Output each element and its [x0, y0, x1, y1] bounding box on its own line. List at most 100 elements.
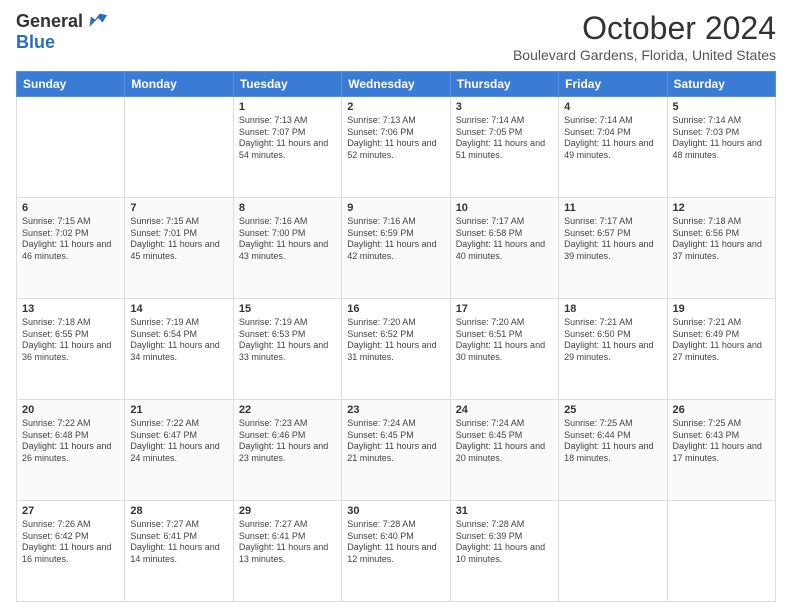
weekday-header-tuesday: Tuesday [233, 72, 341, 97]
day-info: Sunrise: 7:24 AM Sunset: 6:45 PM Dayligh… [456, 418, 553, 465]
calendar-table: SundayMondayTuesdayWednesdayThursdayFrid… [16, 71, 776, 602]
day-info: Sunrise: 7:15 AM Sunset: 7:01 PM Dayligh… [130, 216, 227, 263]
calendar-cell: 5Sunrise: 7:14 AM Sunset: 7:03 PM Daylig… [667, 97, 775, 198]
day-number: 16 [347, 303, 444, 315]
day-info: Sunrise: 7:20 AM Sunset: 6:52 PM Dayligh… [347, 317, 444, 364]
day-info: Sunrise: 7:18 AM Sunset: 6:56 PM Dayligh… [673, 216, 770, 263]
calendar-cell: 20Sunrise: 7:22 AM Sunset: 6:48 PM Dayli… [17, 400, 125, 501]
calendar-cell [17, 97, 125, 198]
day-info: Sunrise: 7:22 AM Sunset: 6:47 PM Dayligh… [130, 418, 227, 465]
day-info: Sunrise: 7:15 AM Sunset: 7:02 PM Dayligh… [22, 216, 119, 263]
day-info: Sunrise: 7:23 AM Sunset: 6:46 PM Dayligh… [239, 418, 336, 465]
day-number: 1 [239, 101, 336, 113]
calendar-cell: 30 Sunrise: 7:28 AM Sunset: 6:40 PM Dayli… [342, 501, 450, 602]
calendar-cell: 21 Sunrise: 7:22 AM Sunset: 6:47 PM Dayli… [125, 400, 233, 501]
calendar-week-row: 6Sunrise: 7:15 AM Sunset: 7:02 PM Daylig… [17, 198, 776, 299]
calendar-cell: 9 Sunrise: 7:16 AM Sunset: 6:59 PM Daylig… [342, 198, 450, 299]
weekday-header-wednesday: Wednesday [342, 72, 450, 97]
day-number: 21 [130, 404, 227, 416]
day-info: Sunrise: 7:19 AM Sunset: 6:54 PM Dayligh… [130, 317, 227, 364]
day-number: 8 [239, 202, 336, 214]
day-info: Sunrise: 7:27 AM Sunset: 6:41 PM Dayligh… [130, 519, 227, 566]
calendar-cell: 13Sunrise: 7:18 AM Sunset: 6:55 PM Dayli… [17, 299, 125, 400]
day-number: 22 [239, 404, 336, 416]
calendar-cell: 8 Sunrise: 7:16 AM Sunset: 7:00 PM Daylig… [233, 198, 341, 299]
calendar-cell: 28 Sunrise: 7:27 AM Sunset: 6:41 PM Dayli… [125, 501, 233, 602]
day-number: 15 [239, 303, 336, 315]
day-info: Sunrise: 7:16 AM Sunset: 6:59 PM Dayligh… [347, 216, 444, 263]
calendar-cell: 24 Sunrise: 7:24 AM Sunset: 6:45 PM Dayli… [450, 400, 558, 501]
day-number: 2 [347, 101, 444, 113]
calendar-cell: 11 Sunrise: 7:17 AM Sunset: 6:57 PM Dayli… [559, 198, 667, 299]
day-number: 30 [347, 505, 444, 517]
day-info: Sunrise: 7:21 AM Sunset: 6:50 PM Dayligh… [564, 317, 661, 364]
day-info: Sunrise: 7:28 AM Sunset: 6:40 PM Dayligh… [347, 519, 444, 566]
logo: General Blue [16, 10, 107, 53]
calendar-header-row: SundayMondayTuesdayWednesdayThursdayFrid… [17, 72, 776, 97]
calendar-cell: 6Sunrise: 7:15 AM Sunset: 7:02 PM Daylig… [17, 198, 125, 299]
day-number: 17 [456, 303, 553, 315]
day-info: Sunrise: 7:14 AM Sunset: 7:04 PM Dayligh… [564, 115, 661, 162]
day-number: 12 [673, 202, 770, 214]
day-number: 11 [564, 202, 661, 214]
day-info: Sunrise: 7:14 AM Sunset: 7:03 PM Dayligh… [673, 115, 770, 162]
calendar-cell: 26 Sunrise: 7:25 AM Sunset: 6:43 PM Dayli… [667, 400, 775, 501]
day-info: Sunrise: 7:13 AM Sunset: 7:06 PM Dayligh… [347, 115, 444, 162]
day-info: Sunrise: 7:27 AM Sunset: 6:41 PM Dayligh… [239, 519, 336, 566]
day-number: 14 [130, 303, 227, 315]
calendar-cell: 15 Sunrise: 7:19 AM Sunset: 6:53 PM Dayli… [233, 299, 341, 400]
weekday-header-saturday: Saturday [667, 72, 775, 97]
calendar-week-row: 1Sunrise: 7:13 AM Sunset: 7:07 PM Daylig… [17, 97, 776, 198]
logo-blue-text: Blue [16, 32, 55, 52]
day-info: Sunrise: 7:25 AM Sunset: 6:43 PM Dayligh… [673, 418, 770, 465]
calendar-cell [559, 501, 667, 602]
weekday-header-friday: Friday [559, 72, 667, 97]
day-number: 20 [22, 404, 119, 416]
calendar-cell: 2 Sunrise: 7:13 AM Sunset: 7:06 PM Daylig… [342, 97, 450, 198]
weekday-header-sunday: Sunday [17, 72, 125, 97]
day-number: 9 [347, 202, 444, 214]
calendar-cell: 16 Sunrise: 7:20 AM Sunset: 6:52 PM Dayli… [342, 299, 450, 400]
calendar-cell: 18 Sunrise: 7:21 AM Sunset: 6:50 PM Dayli… [559, 299, 667, 400]
calendar-cell [125, 97, 233, 198]
calendar-cell: 10Sunrise: 7:17 AM Sunset: 6:58 PM Dayli… [450, 198, 558, 299]
month-title: October 2024 [513, 10, 776, 47]
day-number: 4 [564, 101, 661, 113]
logo-bird-icon [85, 10, 107, 32]
weekday-header-monday: Monday [125, 72, 233, 97]
day-number: 26 [673, 404, 770, 416]
day-info: Sunrise: 7:26 AM Sunset: 6:42 PM Dayligh… [22, 519, 119, 566]
day-info: Sunrise: 7:19 AM Sunset: 6:53 PM Dayligh… [239, 317, 336, 364]
day-number: 24 [456, 404, 553, 416]
day-info: Sunrise: 7:17 AM Sunset: 6:58 PM Dayligh… [456, 216, 553, 263]
calendar-cell: 22 Sunrise: 7:23 AM Sunset: 6:46 PM Dayli… [233, 400, 341, 501]
logo-general-text: General [16, 11, 83, 32]
header: General Blue October 2024 Boulevard Gard… [16, 10, 776, 63]
day-info: Sunrise: 7:14 AM Sunset: 7:05 PM Dayligh… [456, 115, 553, 162]
day-info: Sunrise: 7:16 AM Sunset: 7:00 PM Dayligh… [239, 216, 336, 263]
day-info: Sunrise: 7:17 AM Sunset: 6:57 PM Dayligh… [564, 216, 661, 263]
day-number: 28 [130, 505, 227, 517]
calendar-cell [667, 501, 775, 602]
day-number: 23 [347, 404, 444, 416]
calendar-week-row: 27 Sunrise: 7:26 AM Sunset: 6:42 PM Dayli… [17, 501, 776, 602]
calendar-cell: 12 Sunrise: 7:18 AM Sunset: 6:56 PM Dayli… [667, 198, 775, 299]
day-info: Sunrise: 7:18 AM Sunset: 6:55 PM Dayligh… [22, 317, 119, 364]
day-number: 7 [130, 202, 227, 214]
calendar-cell: 3 Sunrise: 7:14 AM Sunset: 7:05 PM Daylig… [450, 97, 558, 198]
calendar-cell: 17Sunrise: 7:20 AM Sunset: 6:51 PM Dayli… [450, 299, 558, 400]
calendar-cell: 7 Sunrise: 7:15 AM Sunset: 7:01 PM Daylig… [125, 198, 233, 299]
day-number: 27 [22, 505, 119, 517]
day-info: Sunrise: 7:25 AM Sunset: 6:44 PM Dayligh… [564, 418, 661, 465]
calendar-cell: 25Sunrise: 7:25 AM Sunset: 6:44 PM Dayli… [559, 400, 667, 501]
calendar-cell: 4 Sunrise: 7:14 AM Sunset: 7:04 PM Daylig… [559, 97, 667, 198]
day-info: Sunrise: 7:28 AM Sunset: 6:39 PM Dayligh… [456, 519, 553, 566]
calendar-cell: 23Sunrise: 7:24 AM Sunset: 6:45 PM Dayli… [342, 400, 450, 501]
calendar-cell: 27 Sunrise: 7:26 AM Sunset: 6:42 PM Dayli… [17, 501, 125, 602]
day-number: 3 [456, 101, 553, 113]
day-number: 29 [239, 505, 336, 517]
day-number: 19 [673, 303, 770, 315]
day-number: 18 [564, 303, 661, 315]
calendar-cell: 1Sunrise: 7:13 AM Sunset: 7:07 PM Daylig… [233, 97, 341, 198]
calendar-week-row: 13Sunrise: 7:18 AM Sunset: 6:55 PM Dayli… [17, 299, 776, 400]
